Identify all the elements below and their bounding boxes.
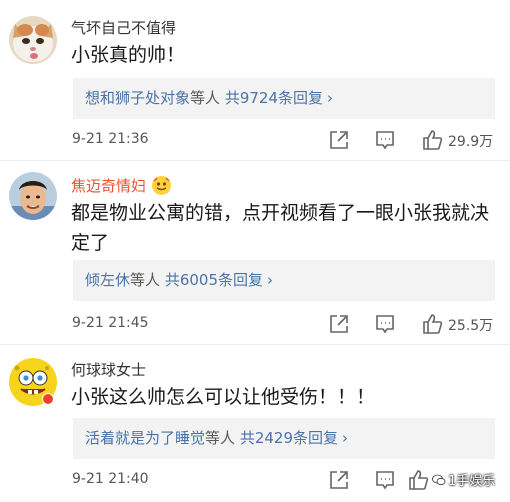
wechat-icon: [432, 474, 446, 486]
reply-mid: 等人: [205, 429, 236, 447]
share-icon[interactable]: [328, 469, 350, 491]
comment-time: 9-21 21:36: [72, 131, 149, 147]
reply-count[interactable]: 共2429条回复: [240, 429, 338, 447]
replies-preview[interactable]: 活着就是为了睡觉等人 共2429条回复 ›: [73, 418, 495, 459]
reply-users[interactable]: 活着就是为了睡觉: [85, 429, 205, 447]
like-count: 25.5万: [448, 318, 494, 334]
share-icon[interactable]: [328, 313, 350, 335]
comment-text: 都是物业公寓的错，点开视频看了一眼小张我就决定了: [71, 202, 490, 254]
replies-preview[interactable]: 想和狮子处对象等人 共9724条回复 ›: [73, 78, 495, 119]
divider: [0, 160, 510, 161]
reply-users[interactable]: 想和狮子处对象: [85, 89, 190, 107]
comment-icon[interactable]: [374, 313, 396, 335]
thumbs-up-icon[interactable]: [421, 313, 443, 335]
comment-text: 小张真的帅！: [71, 44, 186, 66]
chevron-right-icon: ›: [267, 271, 273, 289]
thumbs-up-icon[interactable]: [421, 129, 443, 151]
watermark: 1手娱乐: [432, 470, 495, 489]
avatar-cat[interactable]: [9, 16, 57, 64]
reply-count[interactable]: 共9724条回复: [225, 89, 323, 107]
reply-mid: 等人: [130, 271, 161, 289]
replies-preview[interactable]: 倾左休等人 共6005条回复 ›: [73, 260, 495, 301]
divider: [0, 344, 510, 345]
chevron-right-icon: ›: [342, 429, 348, 447]
share-icon[interactable]: [328, 129, 350, 151]
reply-count[interactable]: 共6005条回复: [165, 271, 263, 289]
thumbs-up-icon[interactable]: [407, 469, 429, 491]
comment-icon[interactable]: [374, 469, 396, 491]
reply-users[interactable]: 倾左休: [85, 271, 130, 289]
vip-face-icon: [152, 176, 171, 195]
comment-time: 9-21 21:40: [72, 471, 149, 487]
verified-badge-icon: [42, 393, 54, 405]
username[interactable]: 气坏自己不值得: [71, 17, 176, 38]
reply-mid: 等人: [190, 89, 221, 107]
username-vip[interactable]: 焦迈奇情妇: [71, 175, 146, 196]
comment-text: 小张这么帅怎么可以让他受伤！！！: [71, 386, 376, 408]
avatar-man[interactable]: [9, 172, 57, 220]
comment-icon[interactable]: [374, 129, 396, 151]
comment-time: 9-21 21:45: [72, 315, 149, 331]
like-count: 29.9万: [448, 134, 494, 150]
username[interactable]: 何球球女士: [71, 359, 146, 380]
chevron-right-icon: ›: [327, 89, 333, 107]
watermark-text: 1手娱乐: [448, 474, 496, 489]
